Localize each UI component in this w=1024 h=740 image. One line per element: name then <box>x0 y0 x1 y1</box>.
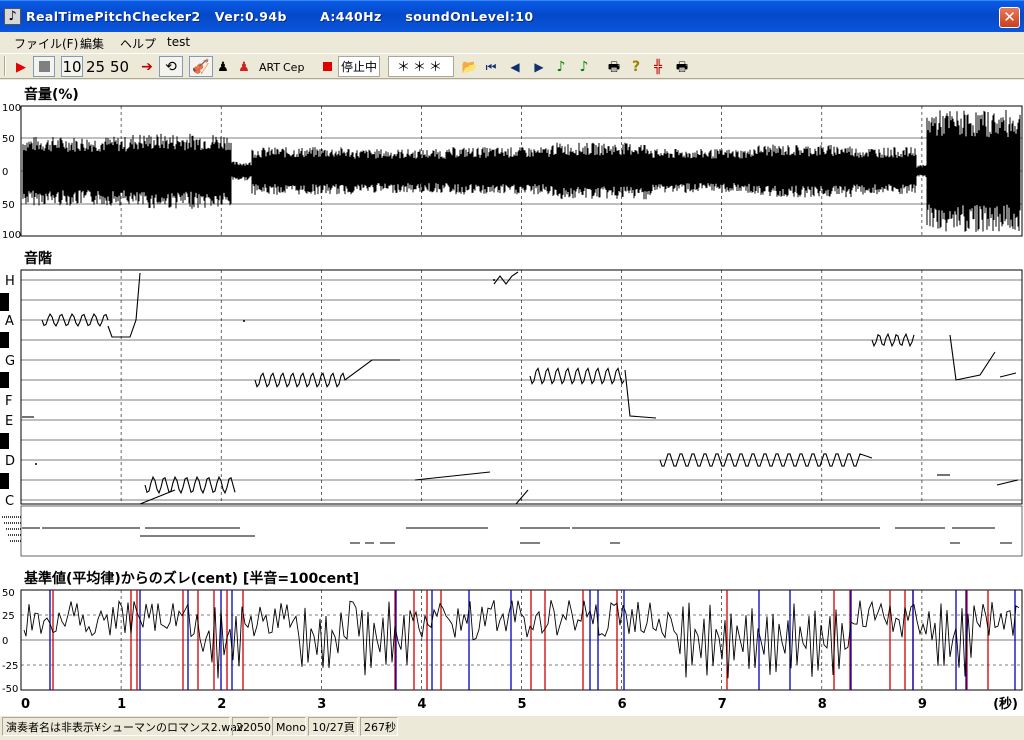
person-black-icon[interactable]: ♟ <box>214 56 232 77</box>
note-label-h: H <box>5 274 15 289</box>
time-tick-label: 2 <box>217 697 226 712</box>
status-bar: 演奏者名は非表示¥シューマンのロマンス2.wav 22050 Mono 10/2… <box>0 716 1024 738</box>
range-10-button[interactable]: 10 <box>61 56 83 77</box>
analysis-plot: 10050050100HAGFEDC50250-25-500 1 2 3 4 5 6 7 8 9(… <box>0 103 1023 712</box>
status-channels: Mono <box>272 717 306 736</box>
piano-black-key <box>0 372 9 388</box>
deviation-tick-label: -25 <box>2 661 18 672</box>
menu-edit[interactable]: 編集 <box>80 35 104 52</box>
pitch-dot <box>243 320 245 322</box>
time-tick-label: 9 <box>918 697 927 712</box>
volume-tick-label: 100 <box>2 230 21 241</box>
person-red-icon[interactable]: ♟ <box>234 56 254 77</box>
time-tick-label: 3 <box>317 697 326 712</box>
time-tick-label: 1 <box>117 697 126 712</box>
note-label-c: C <box>5 494 14 509</box>
status-file: 演奏者名は非表示¥シューマンのロマンス2.wav <box>2 717 244 736</box>
onset-strip <box>20 505 1023 557</box>
piano-black-key <box>0 433 9 449</box>
window-title: RealTimePitchChecker2 Ver:0.94b A:440Hz … <box>26 9 534 24</box>
help-icon[interactable]: ? <box>627 56 645 77</box>
time-tick-label: 0 <box>21 697 30 712</box>
main-canvas: 音量(%) 音階 基準値(平均律)からのズレ(cent) [半音=100cent… <box>0 80 1024 716</box>
title-bar[interactable]: ♪ RealTimePitchChecker2 Ver:0.94b A:440H… <box>0 0 1024 32</box>
print-icon[interactable]: 🖶 <box>604 56 624 77</box>
open-folder-icon[interactable]: 📂 <box>460 56 480 77</box>
time-tick-label: 7 <box>718 697 727 712</box>
piano-black-key <box>0 293 9 311</box>
status-display: 停止中 <box>338 56 380 77</box>
volume-tick-label: 50 <box>2 200 15 211</box>
menu-test[interactable]: test <box>167 35 190 49</box>
app-icon: ♪ <box>4 8 21 25</box>
stop-button[interactable] <box>33 56 55 77</box>
art-button[interactable]: ART <box>258 56 280 77</box>
note-display: ＊＊＊ <box>388 56 454 77</box>
piano-black-key <box>0 473 9 489</box>
note-green-icon[interactable]: ♪ <box>552 56 570 77</box>
print2-icon[interactable]: 🖶 <box>672 56 692 77</box>
play-button[interactable]: ▶ <box>10 56 32 77</box>
time-unit-label: (秒) <box>993 696 1018 712</box>
menu-help[interactable]: ヘルプ <box>120 35 156 52</box>
note-label-a: A <box>5 314 14 329</box>
time-tick-label: 6 <box>618 697 627 712</box>
note-label-f: F <box>5 394 12 409</box>
deviation-tick-label: 25 <box>2 611 15 622</box>
note-green2-icon[interactable]: ♪ <box>575 56 593 77</box>
jump-end-icon[interactable]: ➔ <box>136 56 158 77</box>
range-50-button[interactable]: 50 <box>108 56 131 77</box>
range-25-button[interactable]: 25 <box>84 56 107 77</box>
deviation-tick-label: -50 <box>2 684 18 695</box>
next-page-icon[interactable]: ▶ <box>530 56 548 77</box>
cep-button[interactable]: Cep <box>282 56 304 77</box>
status-duration: 267秒 <box>360 717 398 736</box>
time-tick-label: 5 <box>518 697 527 712</box>
status-page: 10/27頁 <box>308 717 358 736</box>
volume-tick-label: 0 <box>2 167 8 178</box>
app-window: ♪ RealTimePitchChecker2 Ver:0.94b A:440H… <box>0 0 1024 740</box>
menu-file[interactable]: ファイル(F) <box>14 35 78 52</box>
menu-bar: ファイル(F) 編集 ヘルプ test <box>0 32 1024 52</box>
time-tick-label: 8 <box>818 697 827 712</box>
deviation-tick-label: 0 <box>2 636 8 647</box>
piano-black-key <box>0 332 9 348</box>
loop-icon[interactable]: ⟲ <box>159 56 183 77</box>
deviation-tick-label: 50 <box>2 588 15 599</box>
violin-icon[interactable]: 🎻 <box>189 56 213 77</box>
pitch-dot <box>493 279 495 281</box>
toolbar: ▶ 10 25 50 ➔ ⟲ 🎻 ♟ ♟ ART Cep 停止中 ＊＊＊ 📂 ⏮… <box>0 53 1024 79</box>
pitch-dot <box>35 463 37 465</box>
volume-tick-label: 100 <box>2 103 21 114</box>
record-stop-icon[interactable] <box>316 56 338 77</box>
prev-page-icon[interactable]: ◀ <box>506 56 524 77</box>
first-page-icon[interactable]: ⏮ <box>482 56 500 77</box>
toolbar-grip <box>4 56 6 76</box>
volume-tick-label: 50 <box>2 134 15 145</box>
time-tick-label: 4 <box>417 697 426 712</box>
note-label-g: G <box>5 354 15 369</box>
note-label-e: E <box>5 414 13 429</box>
note-label-d: D <box>5 454 15 469</box>
status-rate: 22050 <box>232 717 271 736</box>
close-button[interactable]: ✕ <box>999 7 1020 28</box>
split-icon[interactable]: ╬ <box>648 56 668 77</box>
